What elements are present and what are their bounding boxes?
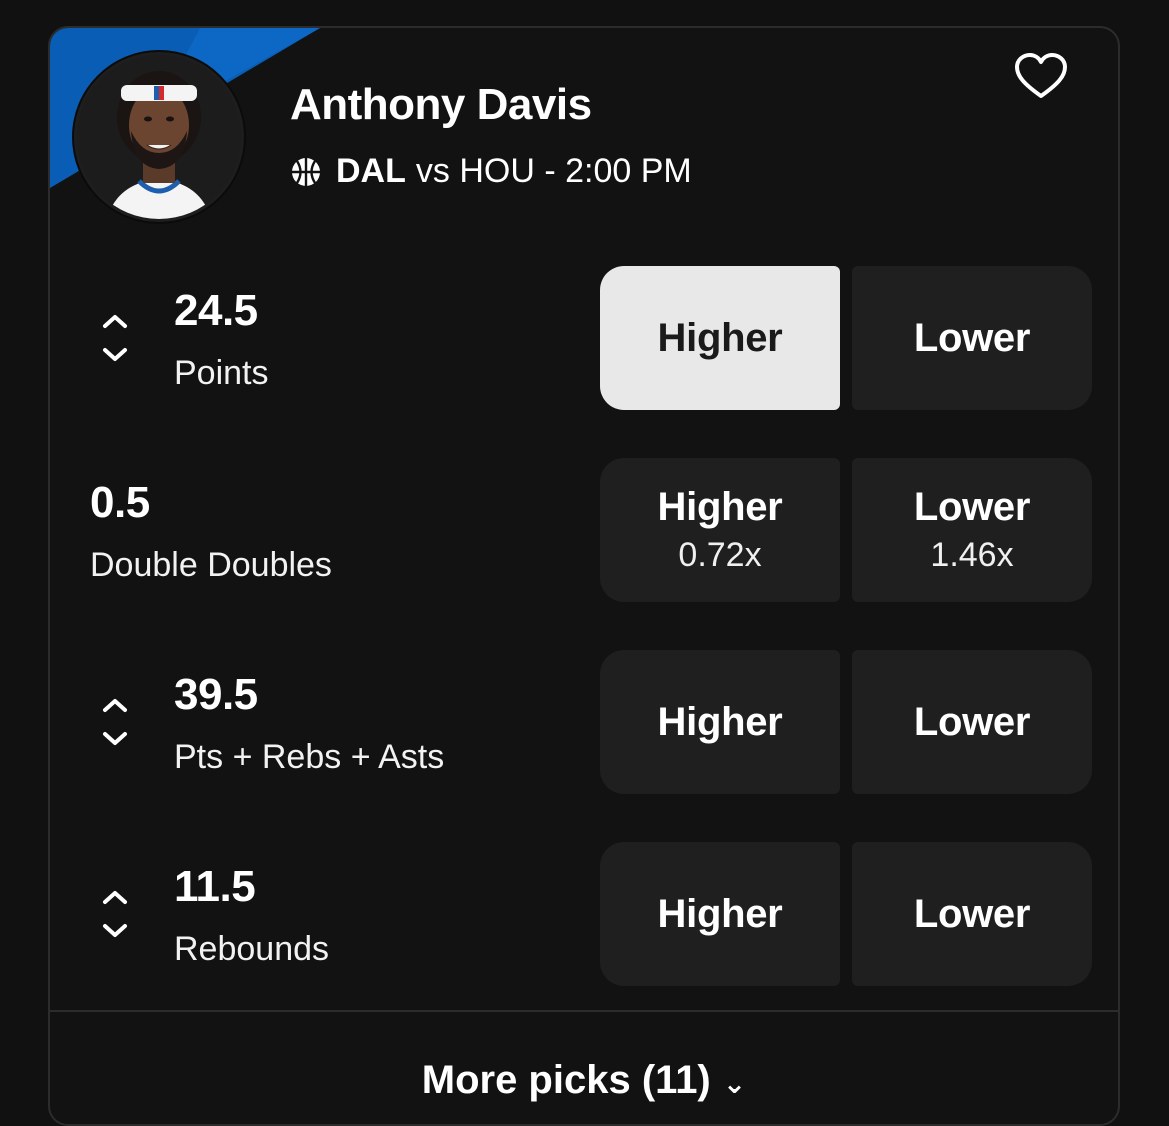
prop-stat-name: Double Doubles <box>90 546 332 584</box>
prop-stat-name: Rebounds <box>174 930 330 968</box>
basketball-icon <box>292 157 320 186</box>
chevron-down-icon: ⌄ <box>722 1068 747 1099</box>
up-down-chevron-icon[interactable] <box>102 694 128 750</box>
more-picks-button[interactable]: More picks (11) ⌄ <box>50 1058 1118 1103</box>
divider <box>50 1010 1118 1012</box>
prop-row-points: 24.5 Points Higher Lower <box>50 266 1118 410</box>
higher-label: Higher <box>657 891 783 936</box>
team-abbreviation: DAL <box>336 152 406 190</box>
prop-row-pra: 39.5 Pts + Rebs + Asts Higher Lower <box>50 650 1118 794</box>
higher-label: Higher <box>657 315 783 360</box>
prop-stat-name: Pts + Rebs + Asts <box>174 738 445 776</box>
higher-button[interactable]: Higher <box>600 842 840 986</box>
game-details: vs HOU - 2:00 PM <box>415 152 692 190</box>
up-down-chevron-icon[interactable] <box>102 310 128 366</box>
higher-multiplier: 0.72x <box>678 536 762 574</box>
lower-button[interactable]: Lower <box>852 650 1092 794</box>
higher-label: Higher <box>657 699 783 744</box>
more-picks-label: More picks (11) <box>421 1058 711 1102</box>
up-down-chevron-icon[interactable] <box>102 886 128 942</box>
lower-label: Lower <box>913 891 1031 936</box>
lower-label: Lower <box>913 315 1031 360</box>
lower-multiplier: 1.46x <box>930 536 1014 574</box>
prop-row-double-doubles: 0.5 Double Doubles Higher 0.72x Lower 1.… <box>50 458 1118 602</box>
lower-label: Lower <box>913 485 1031 529</box>
prop-line-value: 11.5 <box>174 862 256 911</box>
higher-button[interactable]: Higher <box>600 266 840 410</box>
prop-line-value: 24.5 <box>174 286 258 335</box>
player-card: Anthony Davis DAL vs HOU - 2:00 PM 24.5 … <box>48 26 1120 1126</box>
lower-button[interactable]: Lower 1.46x <box>852 458 1092 602</box>
game-matchup: DAL vs HOU - 2:00 PM <box>290 152 692 191</box>
player-avatar <box>74 52 244 222</box>
prop-stat-name: Points <box>174 354 269 392</box>
prop-line-value: 0.5 <box>90 478 150 527</box>
prop-line-value: 39.5 <box>174 670 258 719</box>
player-name: Anthony Davis <box>290 80 592 129</box>
higher-button[interactable]: Higher 0.72x <box>600 458 840 602</box>
lower-label: Lower <box>913 699 1031 744</box>
prop-row-rebounds: 11.5 Rebounds Higher Lower <box>50 842 1118 986</box>
higher-button[interactable]: Higher <box>600 650 840 794</box>
lower-button[interactable]: Lower <box>852 842 1092 986</box>
higher-label: Higher <box>657 485 783 529</box>
heart-outline-icon[interactable] <box>1014 52 1068 100</box>
lower-button[interactable]: Lower <box>852 266 1092 410</box>
